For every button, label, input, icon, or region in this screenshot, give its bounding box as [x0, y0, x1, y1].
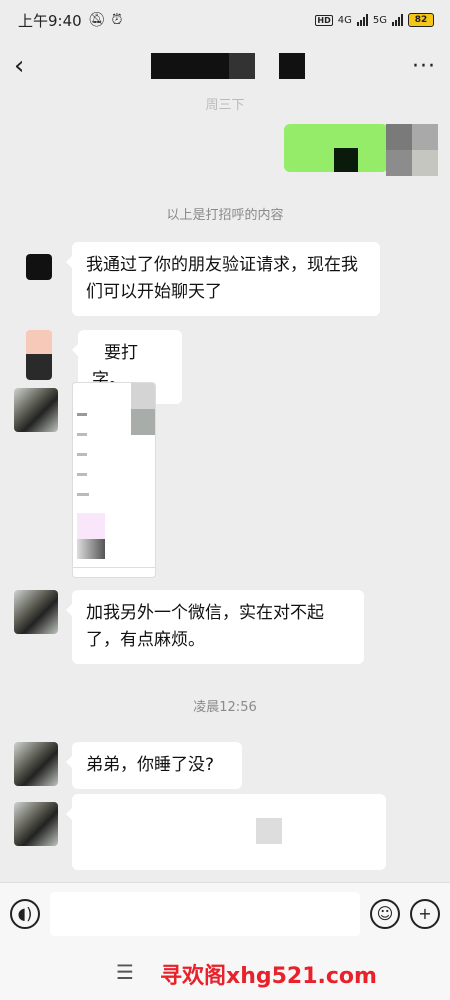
status-right: HD 4G 5G 82: [315, 13, 434, 27]
pixel-block: [77, 473, 87, 476]
contact-avatar[interactable]: [26, 254, 52, 280]
chevron-left-icon[interactable]: ‹: [14, 51, 44, 81]
system-greeting: 以上是打招呼的内容: [166, 208, 284, 223]
message-add-wechat[interactable]: 加我另外一个微信，实在对不起了，有点麻烦。: [66, 590, 364, 664]
message-sleep[interactable]: 弟弟，你睡了没?: [66, 742, 242, 789]
bell-off-icon: 🔕︎: [87, 12, 106, 28]
network-5g: 5G: [372, 14, 387, 26]
pixel-block: [77, 453, 87, 456]
chat-area[interactable]: 周三下 以上是打招呼的内容 我通过了你的朋友验证请求，现在我们可以开始聊天了 要…: [0, 92, 450, 882]
timestamp: 凌晨12:56: [193, 700, 257, 715]
pixel-d: [412, 150, 438, 176]
signal-icon-2: [392, 14, 403, 26]
contact-avatar-6[interactable]: [14, 802, 58, 846]
pixel-block: [256, 818, 282, 844]
pixel-a: [386, 124, 412, 150]
chat-title: [151, 53, 305, 79]
signal-icon: [356, 14, 368, 26]
image-message[interactable]: [72, 382, 156, 578]
message-blurred[interactable]: [66, 794, 386, 870]
emoji-icon[interactable]: ☺: [370, 898, 400, 929]
pixel-block: [77, 413, 87, 416]
pixel-block: [131, 409, 155, 435]
contact-avatar-5[interactable]: [14, 742, 58, 786]
pixel-block: [334, 148, 358, 172]
hd-badge: HD: [315, 14, 333, 26]
pixel-c: [386, 150, 412, 176]
pixel-block: [73, 567, 155, 568]
pixel-b: [412, 124, 438, 150]
message-text: 我通过了你的朋友验证请求，现在我们可以开始聊天了: [86, 255, 358, 302]
date-label: 周三下: [205, 98, 245, 113]
voice-icon[interactable]: ◖): [10, 898, 40, 929]
bottom-bar: ☰ 寻欢阁xhg521.com: [0, 944, 450, 1000]
pixel-block: [77, 493, 89, 496]
pixel-block: [77, 433, 87, 436]
message-text: 弟弟，你睡了没?: [86, 755, 215, 775]
battery-icon: 82: [408, 13, 434, 27]
status-time: 上午9:40: [18, 11, 82, 30]
pixel-block: [131, 383, 155, 409]
watermark: 寻欢阁xhg521.com: [160, 964, 377, 989]
contact-avatar-2[interactable]: [26, 330, 52, 380]
message-text: 加我另外一个微信，实在对不起了，有点麻烦。: [86, 603, 324, 650]
input-bar: ◖) ☺ +: [0, 882, 450, 944]
redacted-name: [151, 53, 255, 79]
contact-avatar-3[interactable]: [14, 388, 58, 432]
contact-avatar-4[interactable]: [14, 590, 58, 634]
pixel-block: [77, 539, 105, 559]
outgoing-image-message[interactable]: [284, 124, 388, 172]
message-verify[interactable]: 我通过了你的朋友验证请求，现在我们可以开始聊天了: [66, 242, 380, 316]
status-bar: 上午9:40 🔕︎ ⏰︎ HD 4G 5G 82: [0, 0, 450, 40]
nav-bar: ‹ ···: [0, 40, 450, 92]
plus-icon[interactable]: +: [410, 898, 440, 929]
menu-icon[interactable]: ☰: [116, 960, 134, 984]
message-input[interactable]: [50, 891, 360, 936]
pixel-block: [77, 513, 105, 539]
network-4g: 4G: [337, 14, 352, 26]
status-left: 上午9:40 🔕︎ ⏰︎: [18, 10, 122, 31]
more-button[interactable]: ···: [412, 54, 436, 79]
alarm-icon: ⏰︎: [111, 12, 123, 28]
self-avatar[interactable]: [386, 124, 438, 176]
redacted-name-2: [279, 53, 305, 79]
